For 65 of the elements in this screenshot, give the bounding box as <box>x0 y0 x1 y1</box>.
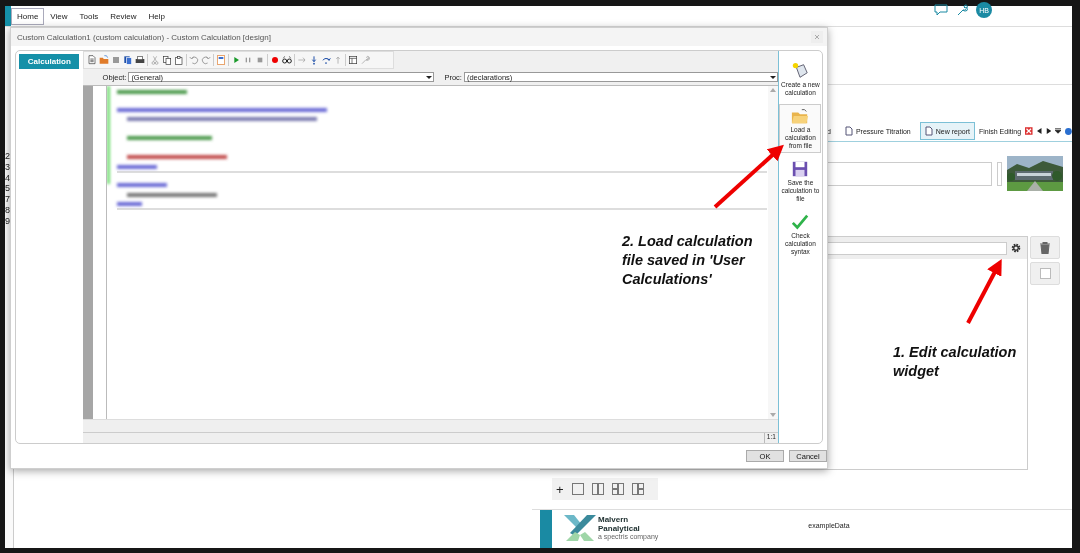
window-title: Custom Calculation1 (custom calculation) - Custom Calculation [design] <box>17 32 271 42</box>
line-number: 2 <box>5 152 11 162</box>
line-number: 7 <box>5 195 11 205</box>
trash-icon <box>1040 241 1050 254</box>
widget-title-field[interactable] <box>825 241 1007 255</box>
menu-tab[interactable]: Tools <box>73 7 105 25</box>
left-arrow-icon[interactable] <box>1036 127 1042 135</box>
folder-icon <box>791 107 810 125</box>
record-icon[interactable] <box>269 55 280 65</box>
wrench-icon[interactable] <box>956 4 968 16</box>
caret-icon <box>425 73 434 81</box>
line-number: 4 <box>5 173 11 184</box>
overflow-menu-icon[interactable] <box>1055 127 1062 135</box>
document-icon <box>924 126 933 136</box>
side-panel-bar <box>540 510 552 548</box>
undo-icon[interactable] <box>188 55 199 65</box>
add-button[interactable]: + <box>556 481 564 497</box>
annotation-text: 2. Load calculation file saved in 'User Calculations' <box>622 232 754 289</box>
line-number: 9 <box>5 216 11 227</box>
help-icon[interactable] <box>1065 126 1072 136</box>
checkbox-icon <box>1039 268 1051 279</box>
nav-tab[interactable]: Calculation <box>19 54 80 69</box>
line-number: 5 <box>5 184 11 194</box>
menu-tab[interactable]: Review <box>104 7 143 25</box>
copy-icon[interactable] <box>122 55 133 65</box>
delete-button[interactable] <box>1030 236 1060 259</box>
new-document-icon <box>791 62 810 80</box>
scroll-up-icon[interactable] <box>769 88 776 92</box>
scroll-down-icon[interactable] <box>769 413 776 417</box>
calculator-icon[interactable] <box>215 55 226 65</box>
line-number: 8 <box>5 206 11 216</box>
menu-tab[interactable]: Home <box>11 7 45 25</box>
line-number: 3 <box>5 162 11 173</box>
brand-name: Malvern <box>598 515 630 524</box>
text-field[interactable] <box>826 161 992 186</box>
caret-icon <box>768 73 777 81</box>
split-layout-icon[interactable] <box>611 483 624 495</box>
redo-icon[interactable] <box>200 55 211 65</box>
table-icon[interactable] <box>347 55 358 65</box>
settings-icon[interactable] <box>1011 243 1021 253</box>
right-arrow-icon[interactable] <box>1045 127 1052 135</box>
logo-mark-icon <box>564 515 596 541</box>
arrow <box>713 144 784 209</box>
checkmark-icon <box>791 213 810 231</box>
brand-name: Panalytical <box>598 524 641 533</box>
accent-bar <box>5 6 11 26</box>
clipboard-icon[interactable] <box>173 55 184 65</box>
annotation-text: 1. Edit calculation widget <box>893 343 1018 381</box>
close-icon[interactable] <box>1025 126 1033 136</box>
checkbox-button[interactable] <box>1030 262 1060 285</box>
document-icon[interactable] <box>86 55 97 65</box>
folder-icon[interactable] <box>98 55 109 65</box>
two-column-layout-icon[interactable] <box>591 483 604 495</box>
arrow <box>966 258 1002 324</box>
step-over-icon[interactable] <box>320 55 331 65</box>
copy-icon[interactable] <box>161 55 172 65</box>
menu-tab[interactable]: View <box>44 7 74 25</box>
split-layout-icon[interactable] <box>631 483 644 495</box>
divider-handle[interactable] <box>997 161 1002 186</box>
document-icon <box>844 126 853 136</box>
chat-icon[interactable] <box>934 4 948 16</box>
printer-icon[interactable] <box>134 55 145 65</box>
glasses-icon[interactable] <box>281 55 292 65</box>
single-layout-icon[interactable] <box>571 483 584 495</box>
menu-tab[interactable]: Help <box>142 7 171 25</box>
